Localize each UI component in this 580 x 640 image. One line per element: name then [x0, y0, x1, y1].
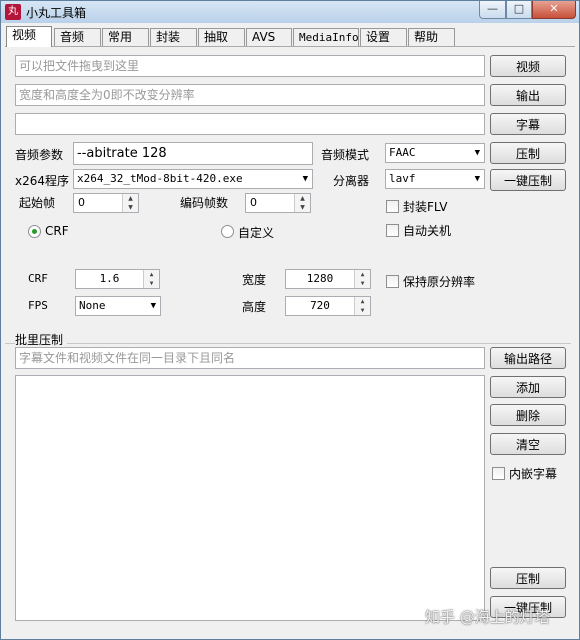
demuxer-value: lavf — [389, 172, 416, 185]
batch-group-title: 批里压制 — [15, 331, 68, 348]
spin-down-icon[interactable]: ▼ — [144, 279, 159, 288]
pack-flv-checkbox[interactable] — [386, 200, 399, 213]
fps-label: FPS — [28, 299, 48, 312]
compress-button[interactable]: 压制 — [490, 142, 566, 164]
chevron-down-icon: ▼ — [150, 301, 156, 311]
chevron-down-icon: ▼ — [474, 174, 480, 184]
tab-avs[interactable]: AVS — [246, 28, 292, 46]
add-button[interactable]: 添加 — [490, 376, 566, 398]
crf-radio[interactable] — [28, 225, 41, 238]
embed-subtitle-checkbox[interactable] — [492, 467, 505, 480]
maximize-button[interactable]: □ — [506, 1, 532, 19]
height-value: 720 — [310, 299, 330, 312]
window-title: 小丸工具箱 — [26, 6, 87, 20]
audio-params-input[interactable] — [73, 142, 313, 165]
tab-audio[interactable]: 音频 — [54, 28, 101, 46]
clear-button[interactable]: 清空 — [490, 433, 566, 455]
spinner-buttons[interactable]: ▲ ▼ — [294, 194, 310, 212]
crf-value: 1.6 — [99, 272, 120, 285]
spin-up-icon[interactable]: ▲ — [355, 297, 370, 306]
app-window: 丸 小丸工具箱 — □ ✕ 视频 音频 常用 封装 抽取 AVS MediaIn… — [0, 0, 580, 640]
custom-radio-label: 自定义 — [238, 226, 275, 240]
crf-spinner[interactable]: 1.6 ▲ ▼ — [75, 269, 160, 289]
custom-radio[interactable] — [221, 225, 234, 238]
title-bar[interactable]: 丸 小丸工具箱 — □ ✕ — [1, 1, 579, 23]
chevron-down-icon: ▼ — [302, 174, 308, 184]
tab-video[interactable]: 视频 — [6, 26, 52, 47]
spin-down-icon[interactable]: ▼ — [123, 203, 138, 212]
demuxer-label: 分离器 — [333, 174, 370, 188]
encode-frames-spinner[interactable]: 0 ▲ ▼ — [245, 193, 311, 213]
spin-down-icon[interactable]: ▼ — [295, 203, 310, 212]
output-button[interactable]: 输出 — [490, 84, 566, 106]
spinner-buttons[interactable]: ▲ ▼ — [122, 194, 138, 212]
spin-up-icon[interactable]: ▲ — [123, 194, 138, 203]
x264-label: x264程序 — [15, 174, 70, 188]
watermark-text: 知乎 @海上的灯塔 — [425, 608, 550, 626]
delete-button[interactable]: 删除 — [490, 404, 566, 426]
fps-value: None — [79, 299, 106, 312]
spin-up-icon[interactable]: ▲ — [295, 194, 310, 203]
fps-select[interactable]: None ▼ — [75, 296, 161, 316]
minimize-button[interactable]: — — [479, 1, 506, 19]
start-frame-value: 0 — [78, 196, 85, 209]
height-spinner[interactable]: 720 ▲ ▼ — [285, 296, 371, 316]
tab-mux[interactable]: 封装 — [150, 28, 197, 46]
spinner-buttons[interactable]: ▲ ▼ — [143, 270, 159, 288]
close-button[interactable]: ✕ — [532, 1, 576, 19]
audio-mode-value: FAAC — [389, 146, 416, 159]
keep-resolution-checkbox[interactable] — [386, 275, 399, 288]
audio-mode-label: 音频模式 — [321, 148, 370, 162]
x264-select[interactable]: x264_32_tMod-8bit-420.exe ▼ — [73, 169, 313, 189]
subtitle-button[interactable]: 字幕 — [490, 113, 566, 135]
batch-file-list[interactable] — [15, 375, 485, 621]
tab-extract[interactable]: 抽取 — [198, 28, 245, 46]
spin-down-icon[interactable]: ▼ — [355, 279, 370, 288]
embed-subtitle-label: 内嵌字幕 — [509, 467, 558, 481]
tab-mediainfo[interactable]: MediaInfo — [293, 28, 359, 46]
video-button[interactable]: 视频 — [490, 55, 566, 77]
x264-value: x264_32_tMod-8bit-420.exe — [77, 172, 243, 185]
batch-group-divider — [5, 343, 571, 344]
encode-frames-label: 编码帧数 — [180, 196, 229, 210]
output-path-button[interactable]: 输出路径 — [490, 347, 566, 369]
video-file-input[interactable] — [15, 55, 485, 77]
spin-down-icon[interactable]: ▼ — [355, 306, 370, 315]
width-value: 1280 — [306, 272, 334, 285]
batch-compress-button[interactable]: 压制 — [490, 567, 566, 589]
audio-params-label: 音频参数 — [15, 148, 64, 162]
width-spinner[interactable]: 1280 ▲ ▼ — [285, 269, 371, 289]
spinner-buttons[interactable]: ▲ ▼ — [354, 270, 370, 288]
spin-up-icon[interactable]: ▲ — [144, 270, 159, 279]
video-tab-panel: 视频 输出 字幕 音频参数 音频模式 FAAC ▼ 压制 x264程序 x264… — [5, 46, 575, 637]
chevron-down-icon: ▼ — [474, 148, 480, 158]
keep-resolution-label: 保持原分辨率 — [403, 275, 476, 289]
auto-shutdown-label: 自动关机 — [403, 224, 452, 238]
encode-frames-value: 0 — [250, 196, 257, 209]
auto-shutdown-checkbox[interactable] — [386, 224, 399, 237]
tab-common[interactable]: 常用 — [102, 28, 149, 46]
tab-help[interactable]: 帮助 — [408, 28, 455, 46]
demuxer-select[interactable]: lavf ▼ — [385, 169, 485, 189]
audio-mode-select[interactable]: FAAC ▼ — [385, 143, 485, 163]
batch-path-input[interactable] — [15, 347, 485, 369]
output-input[interactable] — [15, 84, 485, 106]
app-icon: 丸 — [5, 4, 21, 20]
spin-up-icon[interactable]: ▲ — [355, 270, 370, 279]
spinner-buttons[interactable]: ▲ ▼ — [354, 297, 370, 315]
width-label: 宽度 — [242, 273, 267, 287]
subtitle-input[interactable] — [15, 113, 485, 135]
start-frame-spinner[interactable]: 0 ▲ ▼ — [73, 193, 139, 213]
crf-label: CRF — [28, 272, 48, 285]
crf-radio-label: CRF — [45, 224, 69, 238]
pack-flv-label: 封装FLV — [403, 200, 448, 214]
tab-settings[interactable]: 设置 — [360, 28, 407, 46]
height-label: 高度 — [242, 300, 267, 314]
one-click-compress-button[interactable]: 一键压制 — [490, 169, 566, 191]
start-frame-label: 起始帧 — [19, 196, 56, 210]
